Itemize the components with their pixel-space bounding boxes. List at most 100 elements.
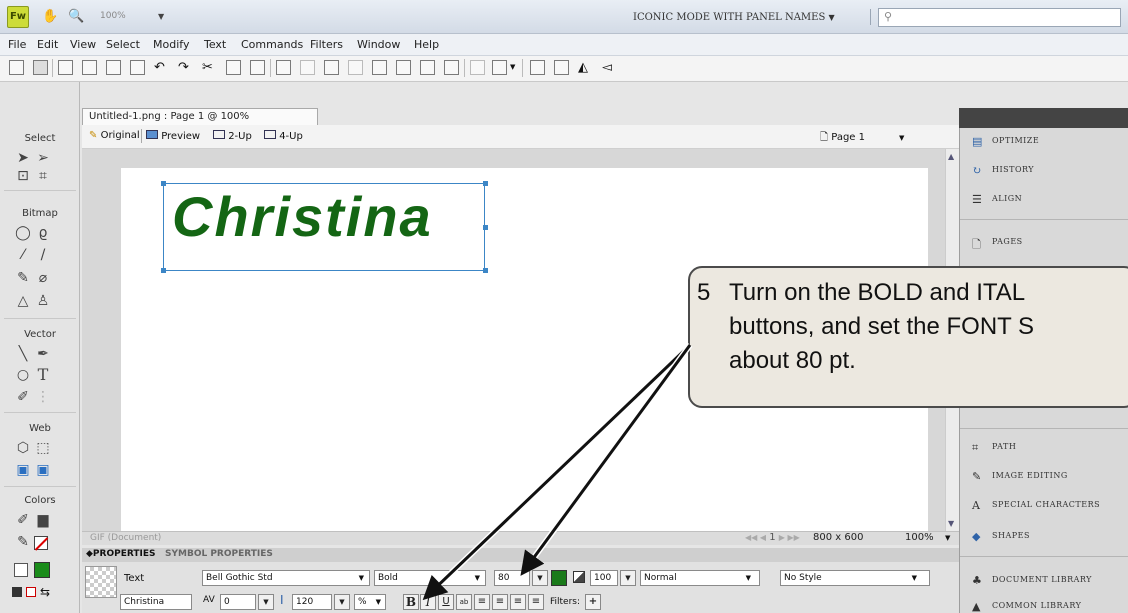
view-2up-tab[interactable]: 2-Up	[213, 130, 252, 142]
font-select[interactable]: Bell Gothic Std ▼	[202, 570, 370, 586]
rotate-cw-icon[interactable]	[554, 60, 569, 75]
document-tab[interactable]: Untitled-1.png : Page 1 @ 100% (Christin…	[82, 108, 318, 137]
menu-filters[interactable]: Filters	[310, 38, 343, 51]
anti-alias-icon[interactable]: ab	[456, 594, 472, 610]
rotate-icon[interactable]	[530, 60, 545, 75]
view-original-tab[interactable]: ✎ Original	[89, 130, 140, 141]
split-icon[interactable]	[348, 60, 363, 75]
menu-window[interactable]: Window	[357, 38, 400, 51]
menu-text[interactable]: Text	[204, 38, 226, 51]
align-left-button[interactable]: ≡	[474, 594, 490, 610]
paste-icon[interactable]	[250, 60, 265, 75]
cut-icon[interactable]: ✂	[202, 60, 217, 75]
canvas-text-object[interactable]: Christina	[172, 184, 433, 249]
workspace-mode-select[interactable]: ICONIC MODE WITH PANEL NAMES ▼	[633, 12, 835, 23]
object-name-field[interactable]: Christina	[120, 594, 192, 610]
pointer-tool-icon[interactable]: ➤	[14, 150, 32, 166]
crop-tool-icon[interactable]: ⌗	[34, 168, 52, 184]
chevron-down-icon[interactable]: ▼	[945, 534, 950, 542]
marquee-tool-icon[interactable]: ◯	[14, 225, 32, 241]
print-icon[interactable]	[130, 60, 145, 75]
align-icon[interactable]	[470, 60, 485, 75]
kerning-dropdown-icon[interactable]: ▼	[258, 594, 274, 610]
bold-button[interactable]: B	[403, 594, 419, 610]
underline-button[interactable]: U	[438, 594, 454, 610]
view-4up-tab[interactable]: 4-Up	[264, 130, 303, 142]
text-tool-icon[interactable]: T	[34, 365, 52, 384]
resize-handle[interactable]	[161, 268, 166, 273]
menu-help[interactable]: Help	[414, 38, 439, 51]
pencil-tool-icon[interactable]: ✎	[14, 270, 32, 286]
knife-tool-icon[interactable]: ⋮	[34, 389, 52, 405]
zoom-dropdown-icon[interactable]: ▼	[158, 12, 164, 21]
add-filter-button[interactable]: +	[585, 594, 601, 610]
properties-tab[interactable]: ◆PROPERTIES	[86, 549, 156, 559]
align-left-icon[interactable]	[492, 60, 507, 75]
menu-commands[interactable]: Commands	[241, 38, 303, 51]
join-icon[interactable]	[324, 60, 339, 75]
menu-select[interactable]: Select	[106, 38, 140, 51]
search-input[interactable]: ⚲	[878, 8, 1121, 27]
panel-align[interactable]: ☰ ALIGN	[972, 193, 1022, 206]
rubber-stamp-icon[interactable]: ♙	[34, 293, 52, 309]
default-colors-icon[interactable]	[12, 587, 22, 597]
panel-path[interactable]: ⌗ PATH	[972, 441, 1016, 454]
panel-optimize[interactable]: ▤ OPTIMIZE	[972, 135, 1039, 148]
no-color-icon[interactable]	[34, 536, 49, 551]
paint-bucket-icon[interactable]: ▆	[34, 512, 52, 528]
eyedropper-icon[interactable]: ✐	[14, 512, 32, 528]
panel-special-characters[interactable]: A SPECIAL CHARACTERS	[972, 499, 1100, 512]
font-style-select[interactable]: Bold ▼	[374, 570, 486, 586]
leading-unit-select[interactable]: % ▼	[354, 594, 386, 610]
blur-tool-icon[interactable]: △	[14, 293, 32, 309]
lasso-tool-icon[interactable]: ϱ	[34, 225, 52, 241]
group-icon[interactable]	[276, 60, 291, 75]
panel-document-library[interactable]: ♣ DOCUMENT LIBRARY	[972, 574, 1092, 587]
resize-handle[interactable]	[483, 225, 488, 230]
menu-file[interactable]: File	[8, 38, 26, 51]
text-style-select[interactable]: No Style ▼	[780, 570, 930, 586]
panel-history[interactable]: ↻ HISTORY	[972, 164, 1034, 177]
panel-pages[interactable]: 🗋 PAGES	[972, 236, 1023, 251]
hand-icon[interactable]: ✋	[42, 9, 58, 24]
flip-vertical-icon[interactable]: ◅	[602, 60, 617, 75]
scroll-up-icon[interactable]: ▲	[948, 152, 954, 161]
flip-horizontal-icon[interactable]: ◭	[578, 60, 593, 75]
bring-forward-icon[interactable]	[396, 60, 411, 75]
eraser-tool-icon[interactable]: ⌀	[34, 270, 52, 286]
fill-swatch[interactable]	[34, 562, 50, 578]
copy-icon[interactable]	[226, 60, 241, 75]
symbol-properties-tab[interactable]: SYMBOL PROPERTIES	[165, 549, 273, 559]
align-center-button[interactable]: ≡	[492, 594, 508, 610]
align-right-button[interactable]: ≡	[510, 594, 526, 610]
leading-field[interactable]: 120	[292, 594, 332, 610]
save-icon[interactable]	[33, 60, 48, 75]
swap-colors-icon[interactable]: ⇆	[40, 585, 50, 599]
chevron-down-icon[interactable]: ▼	[510, 63, 515, 71]
zoom-select[interactable]: 100%	[905, 532, 934, 543]
font-size-field[interactable]: 80	[494, 570, 530, 586]
scroll-down-icon[interactable]: ▼	[948, 519, 954, 528]
subselect-tool-icon[interactable]: ➢	[34, 150, 52, 166]
resize-handle[interactable]	[483, 181, 488, 186]
page-nav[interactable]: ◀◀ ◀ 1 ▶ ▶▶	[745, 532, 800, 543]
ungroup-icon[interactable]	[300, 60, 315, 75]
zoom-icon[interactable]: 🔍	[68, 9, 84, 24]
resize-handle[interactable]	[483, 268, 488, 273]
menu-edit[interactable]: Edit	[37, 38, 58, 51]
leading-dropdown-icon[interactable]: ▼	[334, 594, 350, 610]
brush-tool-icon[interactable]: /	[34, 247, 52, 263]
send-to-back-icon[interactable]	[444, 60, 459, 75]
show-slices-icon[interactable]: ▣	[34, 462, 52, 478]
font-size-dropdown-icon[interactable]: ▼	[532, 570, 548, 586]
panel-common-library[interactable]: ▲ COMMON LIBRARY	[972, 600, 1081, 613]
ellipse-tool-icon[interactable]: ○	[14, 367, 32, 383]
opacity-field[interactable]: 100	[590, 570, 618, 586]
menu-view[interactable]: View	[70, 38, 96, 51]
undo-icon[interactable]: ↶	[154, 60, 169, 75]
text-color-swatch[interactable]	[551, 570, 567, 586]
blend-mode-select[interactable]: Normal ▼	[640, 570, 760, 586]
scale-tool-icon[interactable]: ⊡	[14, 168, 32, 184]
export-icon[interactable]	[106, 60, 121, 75]
menu-modify[interactable]: Modify	[153, 38, 189, 51]
